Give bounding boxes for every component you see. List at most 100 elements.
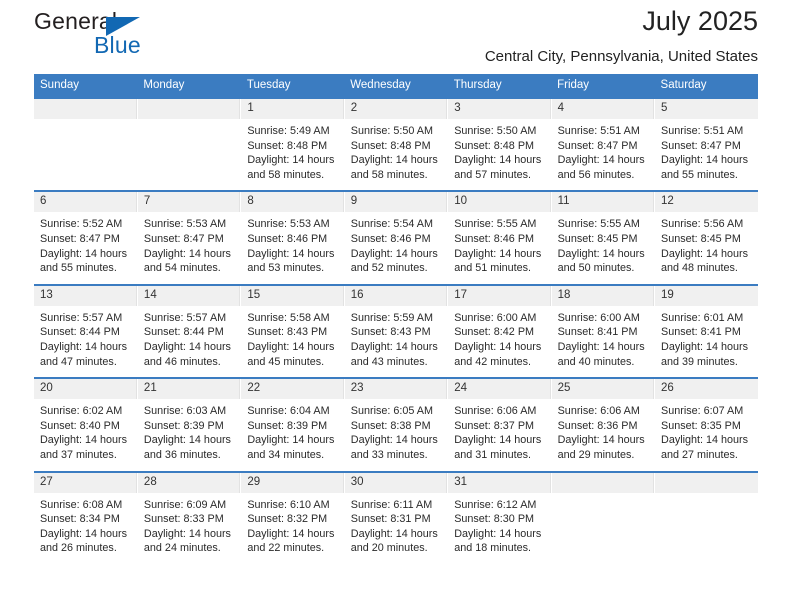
calendar-day-cell[interactable]: 20 Sunrise: 6:02 AM Sunset: 8:40 PM Dayligh…: [34, 377, 138, 472]
calendar-day-cell[interactable]: 12 Sunrise: 5:56 AM Sunset: 8:45 PM Dayligh…: [654, 190, 758, 285]
calendar-day-cell-empty: [34, 96, 138, 192]
calendar-day-cell[interactable]: 4 Sunrise: 5:51 AM Sunset: 8:47 PM Daylight…: [551, 96, 656, 192]
calendar-day-cell[interactable]: 24 Sunrise: 6:06 AM Sunset: 8:37 PM Dayligh…: [447, 377, 552, 472]
sunrise-time: Sunrise: 5:51 AM: [557, 125, 640, 137]
weekday-header-monday: Monday: [137, 74, 241, 98]
daylight-duration-line1: Daylight: 14 hours: [247, 434, 335, 447]
day-cell-inner: 31 Sunrise: 6:12 AM Sunset: 8:30 PM Dayligh…: [448, 472, 551, 564]
day-number: 9: [344, 192, 448, 213]
daylight-duration-line2: and 50 minutes.: [557, 262, 635, 275]
calendar-day-cell[interactable]: 31 Sunrise: 6:12 AM Sunset: 8:30 PM Dayligh…: [447, 470, 552, 564]
sunset-time: Sunset: 8:38 PM: [350, 419, 431, 432]
daylight-duration-line1: Daylight: 14 hours: [247, 247, 335, 260]
day-details: Sunrise: 5:55 AM Sunset: 8:46 PM Daylight:…: [448, 212, 550, 283]
calendar-day-cell[interactable]: 23 Sunrise: 6:05 AM Sunset: 8:38 PM Dayligh…: [344, 377, 449, 472]
calendar-day-cell[interactable]: 26 Sunrise: 6:07 AM Sunset: 8:35 PM Dayligh…: [654, 377, 758, 472]
daylight-duration-line2: and 55 minutes.: [661, 168, 738, 181]
calendar-day-cell[interactable]: 27 Sunrise: 6:08 AM Sunset: 8:34 PM Dayligh…: [34, 470, 138, 564]
calendar-day-cell[interactable]: 2 Sunrise: 5:50 AM Sunset: 8:48 PM Daylight…: [344, 96, 449, 192]
day-cell-inner: [34, 99, 137, 183]
weekday-header-thursday: Thursday: [447, 74, 552, 98]
daylight-duration-line2: and 45 minutes.: [247, 355, 325, 368]
calendar-day-cell[interactable]: 16 Sunrise: 5:59 AM Sunset: 8:43 PM Dayligh…: [344, 283, 449, 379]
daylight-duration-line1: Daylight: 14 hours: [40, 527, 128, 540]
day-number: 22: [241, 379, 344, 400]
calendar-day-cell[interactable]: 22 Sunrise: 6:04 AM Sunset: 8:39 PM Dayligh…: [240, 377, 345, 472]
sunset-time: Sunset: 8:31 PM: [350, 513, 431, 526]
calendar-day-cell[interactable]: 5 Sunrise: 5:51 AM Sunset: 8:47 PM Daylight…: [654, 96, 758, 192]
day-number: 4: [551, 99, 655, 119]
day-details: Sunrise: 5:51 AM Sunset: 8:47 PM Daylight:…: [655, 119, 758, 190]
day-cell-inner: 28 Sunrise: 6:09 AM Sunset: 8:33 PM Dayligh…: [137, 472, 241, 564]
daylight-duration-line1: Daylight: 14 hours: [557, 434, 645, 447]
sunrise-time: Sunrise: 5:53 AM: [247, 218, 330, 231]
sunset-time: Sunset: 8:33 PM: [143, 513, 224, 526]
sunrise-time: Sunrise: 5:50 AM: [454, 125, 537, 137]
daylight-duration-line2: and 27 minutes.: [661, 448, 738, 461]
sunrise-time: Sunrise: 5:54 AM: [350, 218, 433, 231]
sunset-time: Sunset: 8:43 PM: [350, 326, 431, 339]
day-details: Sunrise: 5:58 AM Sunset: 8:43 PM Daylight:…: [241, 306, 343, 377]
daylight-duration-line1: Daylight: 14 hours: [454, 340, 542, 353]
calendar-day-cell[interactable]: 28 Sunrise: 6:09 AM Sunset: 8:33 PM Dayligh…: [137, 470, 242, 564]
day-details: Sunrise: 6:10 AM Sunset: 8:32 PM Daylight:…: [241, 493, 343, 564]
sunrise-time: Sunrise: 5:55 AM: [557, 218, 640, 231]
calendar-day-cell[interactable]: 6 Sunrise: 5:52 AM Sunset: 8:47 PM Daylight…: [34, 190, 138, 285]
calendar-day-cell[interactable]: 9 Sunrise: 5:54 AM Sunset: 8:46 PM Daylight…: [344, 190, 449, 285]
sunset-time: Sunset: 8:46 PM: [454, 232, 535, 245]
sunset-time: Sunset: 8:44 PM: [40, 326, 120, 339]
sunrise-time: Sunrise: 5:58 AM: [247, 311, 330, 324]
day-details: Sunrise: 5:51 AM Sunset: 8:47 PM Daylight:…: [552, 119, 654, 190]
sunset-time: Sunset: 8:47 PM: [557, 139, 638, 152]
calendar-day-cell[interactable]: 14 Sunrise: 5:57 AM Sunset: 8:44 PM Dayligh…: [137, 283, 242, 379]
daylight-duration-line1: Daylight: 14 hours: [350, 154, 438, 167]
calendar-day-cell-empty: [551, 470, 656, 564]
day-number: 19: [655, 285, 758, 306]
calendar-day-cell[interactable]: 21 Sunrise: 6:03 AM Sunset: 8:39 PM Dayligh…: [137, 377, 242, 472]
calendar-day-cell[interactable]: 30 Sunrise: 6:11 AM Sunset: 8:31 PM Dayligh…: [344, 470, 449, 564]
sunrise-time: Sunrise: 5:59 AM: [350, 311, 433, 324]
calendar-day-cell[interactable]: 25 Sunrise: 6:06 AM Sunset: 8:36 PM Dayligh…: [551, 377, 656, 472]
calendar-day-cell[interactable]: 3 Sunrise: 5:50 AM Sunset: 8:48 PM Daylight…: [447, 96, 552, 192]
sunrise-sunset-calendar: Sunday Monday Tuesday Wednesday Thursday…: [34, 74, 758, 564]
daylight-duration-line2: and 31 minutes.: [454, 448, 532, 461]
calendar-day-cell[interactable]: 7 Sunrise: 5:53 AM Sunset: 8:47 PM Daylight…: [137, 190, 242, 285]
day-number: 17: [448, 285, 551, 306]
sunrise-time: Sunrise: 6:02 AM: [40, 405, 123, 418]
sunset-time: Sunset: 8:44 PM: [143, 326, 224, 339]
sunrise-time: Sunrise: 6:00 AM: [557, 311, 640, 324]
calendar-day-cell[interactable]: 11 Sunrise: 5:55 AM Sunset: 8:45 PM Dayligh…: [551, 190, 656, 285]
day-number: 31: [448, 472, 551, 493]
calendar-day-cell[interactable]: 15 Sunrise: 5:58 AM Sunset: 8:43 PM Dayligh…: [240, 283, 345, 379]
calendar-day-cell[interactable]: 18 Sunrise: 6:00 AM Sunset: 8:41 PM Dayligh…: [551, 283, 656, 379]
day-number: 3: [448, 99, 551, 119]
day-number: 30: [344, 472, 448, 493]
general-blue-logo[interactable]: General Blue: [34, 10, 294, 66]
calendar-day-cell[interactable]: 1 Sunrise: 5:49 AM Sunset: 8:48 PM Daylight…: [240, 96, 345, 192]
calendar-day-cell[interactable]: 8 Sunrise: 5:53 AM Sunset: 8:46 PM Daylight…: [240, 190, 345, 285]
day-cell-inner: [551, 472, 655, 557]
daylight-duration-line2: and 39 minutes.: [661, 355, 738, 368]
sunrise-time: Sunrise: 5:53 AM: [143, 218, 227, 231]
page-subtitle-location: Central City, Pennsylvania, United State…: [484, 48, 758, 65]
weekday-header-sunday: Sunday: [34, 74, 138, 98]
calendar-day-cell[interactable]: 19 Sunrise: 6:01 AM Sunset: 8:41 PM Dayligh…: [654, 283, 758, 379]
day-details: Sunrise: 5:54 AM Sunset: 8:46 PM Daylight:…: [345, 212, 447, 283]
daylight-duration-line1: Daylight: 14 hours: [350, 434, 438, 447]
weekday-header-wednesday: Wednesday: [344, 74, 448, 98]
day-number: [137, 99, 241, 119]
calendar-day-cell[interactable]: 10 Sunrise: 5:55 AM Sunset: 8:46 PM Dayligh…: [447, 190, 552, 285]
sunrise-time: Sunrise: 6:10 AM: [247, 498, 330, 511]
daylight-duration-line2: and 33 minutes.: [350, 448, 428, 461]
day-details: Sunrise: 5:59 AM Sunset: 8:43 PM Daylight:…: [345, 306, 447, 377]
calendar-day-cell[interactable]: 13 Sunrise: 5:57 AM Sunset: 8:44 PM Dayligh…: [34, 283, 138, 379]
daylight-duration-line1: Daylight: 14 hours: [557, 247, 645, 260]
daylight-duration-line1: Daylight: 14 hours: [40, 340, 128, 353]
calendar-day-cell[interactable]: 17 Sunrise: 6:00 AM Sunset: 8:42 PM Dayligh…: [447, 283, 552, 379]
day-cell-inner: 16 Sunrise: 5:59 AM Sunset: 8:43 PM Dayligh…: [344, 285, 448, 378]
daylight-duration-line2: and 55 minutes.: [40, 262, 117, 275]
calendar-day-cell[interactable]: 29 Sunrise: 6:10 AM Sunset: 8:32 PM Dayligh…: [240, 470, 345, 564]
daylight-duration-line1: Daylight: 14 hours: [247, 154, 335, 167]
daylight-duration-line1: Daylight: 14 hours: [661, 340, 749, 353]
sunset-time: Sunset: 8:48 PM: [454, 139, 535, 152]
